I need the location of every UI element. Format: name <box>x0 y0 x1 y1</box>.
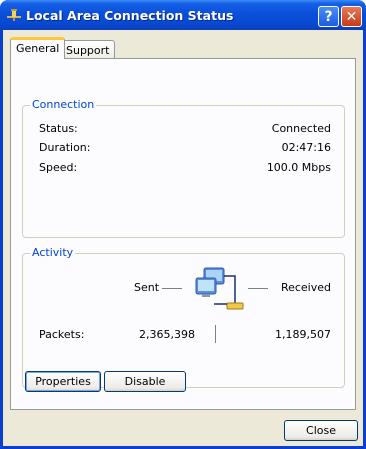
duration-value: 02:47:16 <box>281 141 331 154</box>
sent-label: Sent <box>134 281 160 294</box>
close-icon: ✕ <box>345 8 358 25</box>
disable-button[interactable]: Disable <box>104 371 186 392</box>
close-button[interactable]: Close <box>284 420 358 441</box>
window-title: Local Area Connection Status <box>26 8 234 23</box>
close-window-button[interactable]: ✕ <box>341 6 362 27</box>
help-button[interactable]: ? <box>318 6 339 27</box>
connection-group-title: Connection <box>30 98 97 111</box>
close-button-label: Close <box>306 424 336 437</box>
properties-button[interactable]: Properties <box>25 371 101 392</box>
packets-received-value: 1,189,507 <box>275 328 331 341</box>
tab-label: Support <box>66 44 110 57</box>
packets-divider <box>215 325 216 343</box>
title-bar[interactable]: Local Area Connection Status ? ✕ <box>0 0 366 30</box>
duration-label: Duration: <box>39 141 91 154</box>
status-label: Status: <box>39 122 78 135</box>
status-value: Connected <box>271 122 331 135</box>
received-connector-line <box>248 288 268 289</box>
activity-group-title: Activity <box>30 246 76 259</box>
received-label: Received <box>280 281 331 294</box>
disable-button-label: Disable <box>124 375 166 388</box>
help-icon: ? <box>324 8 333 25</box>
packets-sent-value: 2,365,398 <box>139 328 195 341</box>
activity-group: Activity <box>22 246 345 388</box>
tab-label: General <box>16 42 60 55</box>
speed-label: Speed: <box>39 161 78 174</box>
tab-panel-general: Connection Status: Connected Duration: 0… <box>10 58 356 410</box>
packets-label: Packets: <box>39 328 85 341</box>
network-computers-icon <box>195 267 244 310</box>
properties-button-label: Properties <box>35 375 91 388</box>
network-connection-icon <box>7 9 21 21</box>
window: Local Area Connection Status ? ✕ General… <box>0 0 366 449</box>
speed-value: 100.0 Mbps <box>266 161 331 174</box>
tab-support[interactable]: Support <box>60 40 116 60</box>
sent-connector-line <box>162 288 182 289</box>
tab-general[interactable]: General <box>10 37 66 59</box>
dialog-body: General Support Connection Status: Conne… <box>3 30 363 446</box>
